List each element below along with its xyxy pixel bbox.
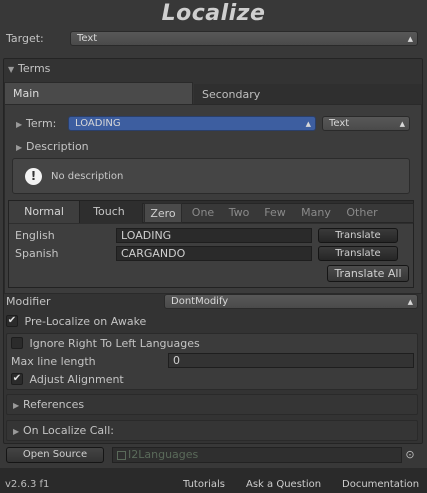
translate-button[interactable]: Translate xyxy=(318,228,398,243)
plural-tab-many[interactable]: Many xyxy=(296,203,336,223)
ignore-rtl-toggle[interactable]: Ignore Right To Left Languages xyxy=(11,336,200,350)
foldout-collapsed-icon: ▶ xyxy=(13,401,20,410)
translation-field[interactable]: LOADING xyxy=(116,228,312,243)
checkbox-empty xyxy=(11,337,23,349)
description-label: Description xyxy=(26,140,89,153)
dropdown-arrows-icon: ▲ xyxy=(407,298,413,306)
tab-normal[interactable]: Normal xyxy=(9,201,80,223)
foldout-expanded-icon: ▼ xyxy=(8,65,15,74)
pre-localize-label: Pre-Localize on Awake xyxy=(24,314,147,328)
max-line-field[interactable]: 0 xyxy=(168,353,414,368)
checkmark-icon: ✔ xyxy=(6,315,18,327)
version-label: v2.6.3 f1 xyxy=(5,479,50,490)
references-foldout[interactable]: ▶ References xyxy=(6,394,418,415)
description-foldout[interactable]: ▶ Description xyxy=(16,140,89,153)
plural-tab-other[interactable]: Other xyxy=(340,203,384,223)
foldout-collapsed-icon: ▶ xyxy=(13,427,20,436)
dropdown-arrows-icon: ▲ xyxy=(407,35,413,43)
terms-foldout[interactable]: ▼ Terms xyxy=(8,62,50,75)
dropdown-arrows-icon: ▲ xyxy=(305,120,311,128)
term-foldout[interactable]: ▶ Term: xyxy=(16,117,56,130)
term-label: Term: xyxy=(26,117,57,130)
plural-tab-two[interactable]: Two xyxy=(222,203,256,223)
language-name: Spanish xyxy=(15,247,59,260)
translation-field[interactable]: CARGANDO xyxy=(116,246,312,261)
dropdown-arrows-icon: ▲ xyxy=(399,120,405,128)
term-type-value: Text xyxy=(329,118,350,129)
adjust-alignment-label: Adjust Alignment xyxy=(29,372,124,386)
source-object-name: I2Languages xyxy=(128,448,199,461)
tab-main[interactable]: Main xyxy=(4,82,193,104)
description-text: No description xyxy=(51,171,124,182)
checkmark-icon: ✔ xyxy=(11,373,23,385)
translate-button[interactable]: Translate xyxy=(318,246,398,261)
pre-localize-toggle[interactable]: ✔ Pre-Localize on Awake xyxy=(6,314,146,328)
info-icon: ! xyxy=(25,168,42,185)
tutorials-link[interactable]: Tutorials xyxy=(183,479,225,490)
references-label: References xyxy=(23,398,85,411)
on-localize-label: On Localize Call: xyxy=(23,424,114,437)
target-label: Target: xyxy=(6,32,44,45)
plural-tab-few[interactable]: Few xyxy=(258,203,292,223)
component-title: Localize xyxy=(161,1,266,26)
term-dropdown[interactable]: LOADING ▲ xyxy=(68,116,316,131)
ask-question-link[interactable]: Ask a Question xyxy=(246,479,321,490)
documentation-link[interactable]: Documentation xyxy=(342,479,419,490)
target-dropdown[interactable]: Text ▲ xyxy=(70,31,418,46)
target-dropdown-value: Text xyxy=(77,33,98,44)
max-line-label: Max line length xyxy=(11,355,96,368)
open-source-button[interactable]: Open Source xyxy=(6,447,104,463)
description-box: ! No description xyxy=(12,158,410,194)
terms-foldout-label: Terms xyxy=(18,62,51,75)
plural-tab-one[interactable]: One xyxy=(186,203,220,223)
asset-icon xyxy=(117,450,126,460)
foldout-collapsed-icon: ▶ xyxy=(16,120,23,129)
foldout-collapsed-icon: ▶ xyxy=(16,143,23,152)
modifier-value: DontModify xyxy=(171,296,229,307)
on-localize-foldout[interactable]: ▶ On Localize Call: xyxy=(6,420,418,441)
term-type-dropdown[interactable]: Text ▲ xyxy=(322,116,410,131)
tab-touch[interactable]: Touch xyxy=(80,201,138,223)
modifier-dropdown[interactable]: DontModify ▲ xyxy=(164,294,418,309)
term-dropdown-value: LOADING xyxy=(75,118,121,129)
language-name: English xyxy=(15,229,55,242)
translate-all-button[interactable]: Translate All xyxy=(327,265,409,282)
ignore-rtl-label: Ignore Right To Left Languages xyxy=(29,336,200,350)
tab-secondary[interactable]: Secondary xyxy=(194,84,422,106)
modifier-label: Modifier xyxy=(6,295,51,308)
object-picker-icon[interactable]: ⊙ xyxy=(403,448,417,462)
source-object-field[interactable]: I2Languages xyxy=(112,447,402,463)
adjust-alignment-toggle[interactable]: ✔ Adjust Alignment xyxy=(11,372,124,386)
plural-tab-zero[interactable]: Zero xyxy=(144,203,182,223)
